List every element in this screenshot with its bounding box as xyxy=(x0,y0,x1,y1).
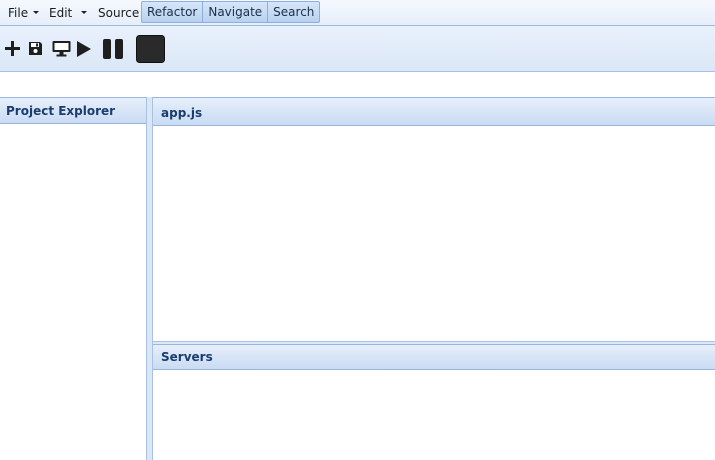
menu-file[interactable]: File xyxy=(8,5,40,21)
menu-source-label: Source xyxy=(98,6,140,20)
plus-icon[interactable] xyxy=(4,40,21,57)
menu-refactor-button[interactable]: Refactor xyxy=(142,2,204,22)
menu-button-group: Refactor Navigate Search xyxy=(141,1,321,23)
menu-navigate-button[interactable]: Navigate xyxy=(203,2,269,22)
menu-bar: File Edit Source Refactor Navigate Searc… xyxy=(0,0,715,26)
toolbar xyxy=(0,26,715,72)
menu-edit[interactable]: Edit xyxy=(49,5,88,21)
caret-down-icon xyxy=(81,11,88,14)
menu-edit-label: Edit xyxy=(49,6,73,20)
caret-down-icon xyxy=(33,11,40,14)
ide-window: File Edit Source Refactor Navigate Searc… xyxy=(0,0,715,460)
menu-file-label: File xyxy=(8,6,29,20)
monitor-icon[interactable] xyxy=(51,39,71,58)
servers-header[interactable]: Servers xyxy=(153,344,715,370)
menu-source[interactable]: Source xyxy=(98,5,139,21)
vertical-splitter[interactable] xyxy=(146,97,153,460)
servers-title: Servers xyxy=(161,350,213,364)
pause-icon[interactable] xyxy=(101,37,125,60)
menu-search-button[interactable]: Search xyxy=(268,2,319,22)
editor-body[interactable] xyxy=(153,126,715,341)
save-icon[interactable] xyxy=(27,40,44,57)
editor-tab-header[interactable]: app.js xyxy=(153,97,715,126)
play-icon[interactable] xyxy=(75,39,93,58)
servers-body[interactable] xyxy=(153,370,715,460)
editor-tab-title: app.js xyxy=(161,106,203,120)
project-explorer-header[interactable]: Project Explorer xyxy=(0,97,146,124)
stop-icon[interactable] xyxy=(136,35,165,63)
project-explorer-title: Project Explorer xyxy=(6,104,116,118)
project-explorer-body[interactable] xyxy=(0,124,146,460)
